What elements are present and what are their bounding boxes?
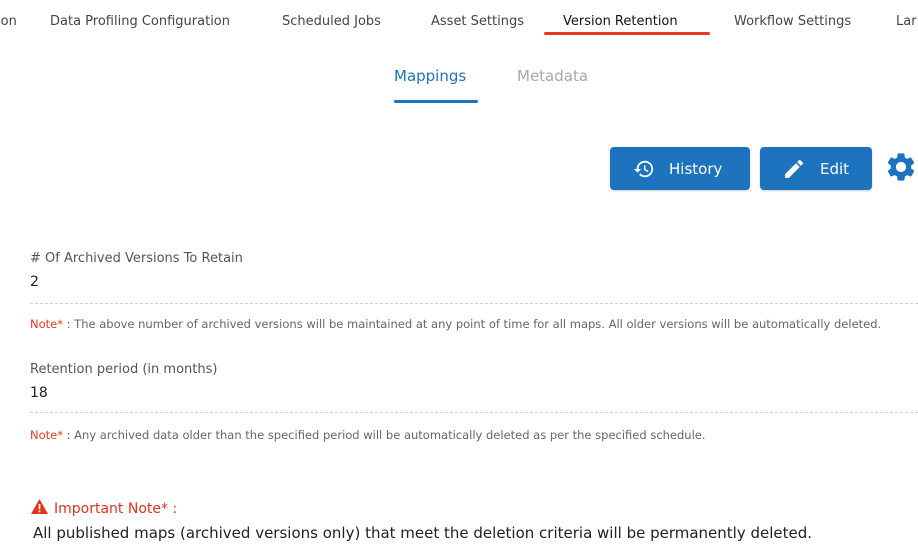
tab-version-retention[interactable]: Version Retention: [563, 14, 678, 29]
tab-scheduled-jobs[interactable]: Scheduled Jobs: [282, 14, 381, 29]
tab-asset-settings[interactable]: Asset Settings: [431, 14, 524, 29]
settings-tab-bar: ion Data Profiling Configuration Schedul…: [0, 0, 918, 40]
active-subtab-indicator: [394, 100, 478, 103]
retention-period-value: 18: [30, 385, 48, 401]
active-tab-indicator: [544, 32, 710, 35]
history-label: History: [669, 159, 723, 178]
history-icon: [633, 158, 655, 180]
archived-versions-value: 2: [30, 274, 39, 290]
tab-mappings[interactable]: Mappings: [394, 67, 466, 85]
gear-icon[interactable]: [884, 149, 918, 189]
note-text: Any archived data older than the specifi…: [74, 428, 706, 442]
tab-data-profiling-configuration[interactable]: Data Profiling Configuration: [50, 14, 230, 29]
edit-button[interactable]: Edit: [760, 147, 872, 190]
retention-period-label: Retention period (in months): [30, 362, 218, 377]
important-note-title: Important Note* :: [31, 499, 177, 518]
pencil-icon: [782, 157, 806, 181]
tab-workflow-settings[interactable]: Workflow Settings: [734, 14, 851, 29]
warning-icon: [31, 499, 48, 518]
important-note-text: All published maps (archived versions on…: [33, 524, 813, 542]
history-button[interactable]: History: [610, 147, 750, 190]
archived-versions-note: Note* : The above number of archived ver…: [30, 318, 918, 330]
tab-metadata[interactable]: Metadata: [517, 67, 588, 85]
edit-label: Edit: [820, 159, 850, 178]
note-label: Note* :: [30, 317, 71, 331]
important-note-label: Important Note* :: [54, 500, 178, 517]
note-text: The above number of archived versions wi…: [74, 317, 882, 331]
note-label: Note* :: [30, 428, 71, 442]
divider: [30, 303, 918, 304]
divider: [30, 412, 918, 413]
retention-period-note: Note* : Any archived data older than the…: [30, 429, 706, 441]
tab-truncated-right[interactable]: Lar: [896, 14, 917, 29]
tab-truncated-left[interactable]: ion: [0, 14, 17, 29]
archived-versions-label: # Of Archived Versions To Retain: [30, 251, 243, 266]
